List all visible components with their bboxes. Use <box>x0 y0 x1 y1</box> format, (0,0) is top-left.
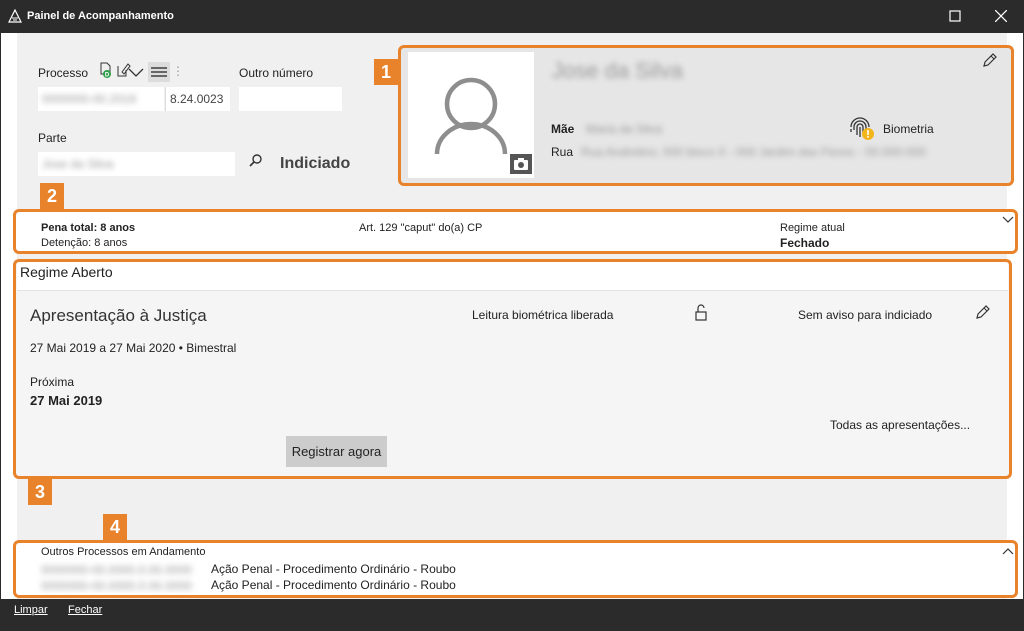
annotation-box-2 <box>13 209 1018 254</box>
maximize-icon <box>949 10 961 22</box>
person-name: Jose da Silva <box>552 58 683 83</box>
maximize-button[interactable] <box>932 0 978 33</box>
camera-button[interactable] <box>510 154 532 174</box>
proxima-label: Próxima <box>30 375 75 389</box>
mae-value: Maria da Silva <box>586 122 663 136</box>
annotation-badge-3: 3 <box>28 479 52 505</box>
indiciado-label: Indiciado <box>280 155 351 172</box>
processo-numero: 0000000-00.0000.0.00.0000 <box>41 579 192 593</box>
regime-atual-label: Regime atual <box>780 222 845 234</box>
aviso-status: Sem aviso para indiciado <box>798 308 933 322</box>
camera-icon <box>514 158 528 170</box>
todas-apresentacoes-link[interactable]: Todas as apresentações... <box>830 418 970 432</box>
annotation-box-3 <box>13 259 1012 479</box>
table-row[interactable]: 0000000-00.0000.0.00.0000 Ação Penal - P… <box>41 578 1001 594</box>
close-button[interactable] <box>978 0 1024 33</box>
annotation-badge-1: 1 <box>374 59 398 85</box>
processo-input[interactable]: 0000000-00.2019 <box>38 87 164 111</box>
rua-value: Rua Andrelino, 000 bloco 0 - 000 Jardim … <box>581 145 926 159</box>
processo-numero: 0000000-00.0000.0.00.0000 <box>41 563 192 577</box>
biometria-label: Biometria <box>883 122 934 136</box>
search-icon[interactable] <box>248 153 264 169</box>
processo-suffix-input[interactable]: 8.24.0023 <box>165 87 230 111</box>
rua-label: Rua <box>551 145 574 159</box>
unlock-icon[interactable] <box>694 304 708 322</box>
fingerprint-warning-icon[interactable] <box>846 113 876 143</box>
regime-atual-value: Fechado <box>780 236 830 250</box>
app-logo-icon <box>8 9 22 23</box>
chevron-up-icon[interactable] <box>1002 546 1014 556</box>
mae-label: Mãe <box>551 122 575 136</box>
pena-total: Pena total: 8 anos <box>41 222 136 234</box>
handle-dots-icon: ⋮ <box>172 64 184 78</box>
proxima-value: 27 Mai 2019 <box>30 393 103 408</box>
parte-value: Jose da Silva <box>42 157 114 171</box>
outro-numero-label: Outro número <box>239 66 314 80</box>
window-title: Painel de Acompanhamento <box>27 10 174 22</box>
annotation-badge-4: 4 <box>103 514 127 540</box>
annotation-badge-2: 2 <box>40 183 64 209</box>
parte-label: Parte <box>38 131 67 145</box>
regime-aberto-title: Regime Aberto <box>20 264 113 280</box>
bottom-bar: Limpar Fechar <box>1 599 1023 624</box>
processo-descricao: Ação Penal - Procedimento Ordinário - Ro… <box>211 562 456 576</box>
title-bar: Painel de Acompanhamento <box>0 0 1024 33</box>
leitura-biometrica-status: Leitura biométrica liberada <box>472 308 614 322</box>
table-row[interactable]: 0000000-00.0000.0.00.0000 Ação Penal - P… <box>41 562 1001 578</box>
pena-detencao: Detenção: 8 anos <box>41 237 128 249</box>
processo-descricao: Ação Penal - Procedimento Ordinário - Ro… <box>211 578 456 592</box>
processo-value: 0000000-00.2019 <box>42 92 137 106</box>
edit-apresentacao-pencil-icon[interactable] <box>975 304 991 320</box>
parte-input[interactable]: Jose da Silva <box>38 152 235 176</box>
processo-label: Processo <box>38 66 89 80</box>
apresentacao-title: Apresentação à Justiça <box>30 306 207 325</box>
svg-text:D: D <box>105 73 110 79</box>
fechar-button[interactable]: Fechar <box>68 604 102 616</box>
edit-person-pencil-icon[interactable] <box>982 52 998 68</box>
outros-processos-title: Outros Processos em Andamento <box>41 546 206 558</box>
document-d-icon[interactable]: D <box>99 62 115 78</box>
hamburger-icon <box>151 67 167 77</box>
limpar-button[interactable]: Limpar <box>14 604 48 616</box>
processo-suffix-value: 8.24.0023 <box>170 92 224 106</box>
pena-artigo: Art. 129 "caput" do(a) CP <box>359 222 483 234</box>
chevron-down-icon[interactable] <box>1002 215 1014 225</box>
outro-numero-input[interactable] <box>239 87 342 111</box>
apresentacao-periodo: 27 Mai 2019 a 27 Mai 2020 • Bimestral <box>30 341 237 355</box>
menu-button[interactable] <box>148 62 170 82</box>
close-icon <box>995 10 1007 22</box>
chevron-down-icon[interactable] <box>128 64 144 80</box>
registrar-agora-button[interactable]: Registrar agora <box>286 436 387 467</box>
